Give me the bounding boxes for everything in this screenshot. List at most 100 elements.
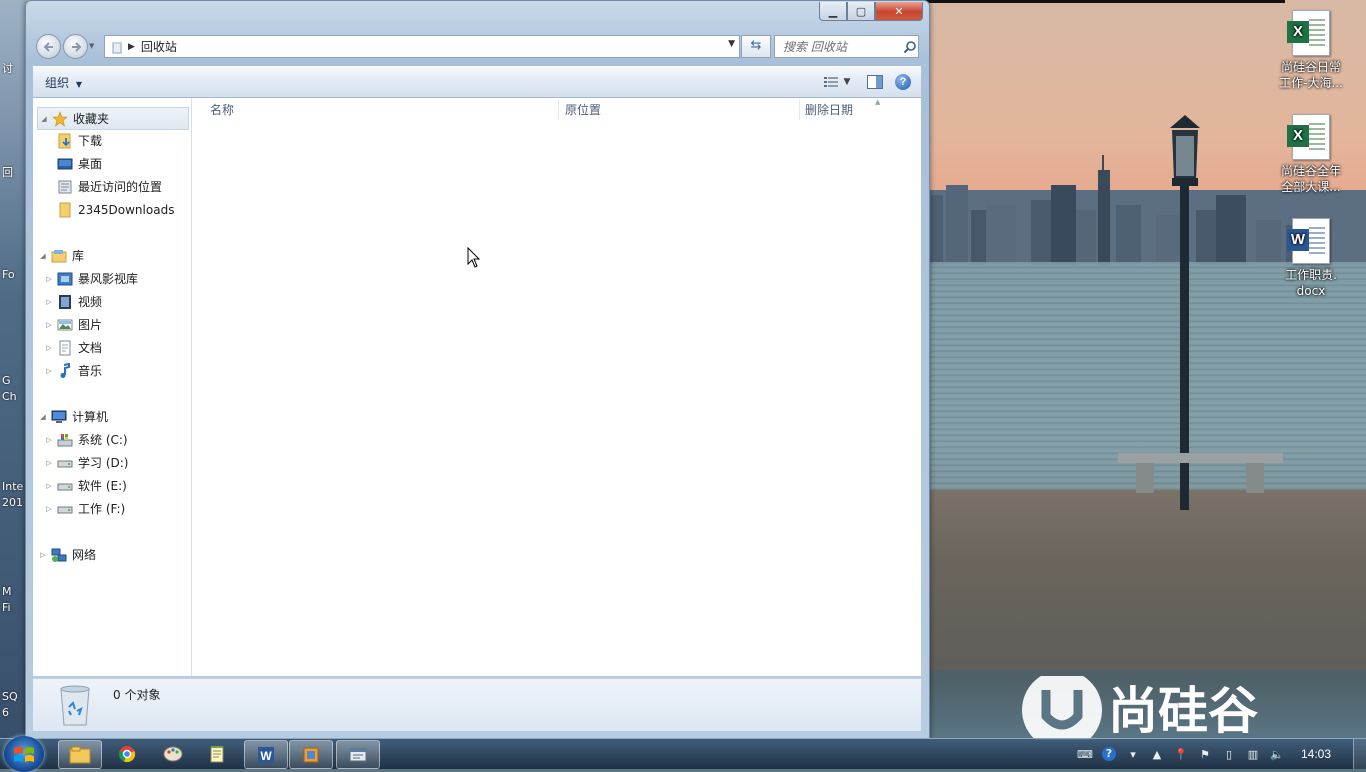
- excel-icon: X: [1287, 10, 1330, 56]
- taskbar-window-manager[interactable]: [336, 740, 380, 769]
- breadcrumb-current[interactable]: 回收站: [141, 38, 177, 55]
- nav-item-videos[interactable]: ▷ 视频: [46, 291, 102, 312]
- nav-item-drive-f[interactable]: ▷ 工作 (F:): [46, 498, 125, 519]
- expand-arrow-icon[interactable]: ▷: [43, 275, 55, 283]
- network-tray-icon[interactable]: ▥: [1243, 746, 1263, 762]
- taskbar-virtualbox[interactable]: [289, 740, 333, 769]
- search-icon[interactable]: [903, 40, 917, 54]
- maximize-button[interactable]: ▢: [847, 2, 875, 21]
- expand-arrow-icon[interactable]: ▷: [43, 321, 55, 329]
- desktop-icon-word-duties[interactable]: W 工作职责. docx: [1271, 218, 1351, 299]
- star-icon: [52, 110, 68, 127]
- explorer-icon: [69, 746, 91, 763]
- nav-item-2345downloads[interactable]: 2345Downloads: [55, 199, 174, 220]
- desktop-left-icons-partial: [0, 0, 26, 740]
- show-hidden-icons-icon[interactable]: ▲: [1147, 746, 1167, 762]
- expand-arrow-icon[interactable]: ▷: [43, 505, 55, 513]
- nav-item-recent-places[interactable]: 最近访问的位置: [55, 176, 162, 197]
- preview-pane-button[interactable]: [863, 72, 887, 92]
- expand-arrow-icon[interactable]: ▷: [43, 298, 55, 306]
- column-divider[interactable]: [799, 100, 800, 120]
- column-header-date-deleted[interactable]: 删除日期: [805, 98, 853, 122]
- nav-item-drive-e[interactable]: ▷ 软件 (E:): [46, 475, 127, 496]
- refresh-button[interactable]: ⇆: [741, 35, 771, 58]
- taskbar-paint[interactable]: [152, 740, 194, 767]
- nav-computer[interactable]: ◢ 计算机: [37, 406, 187, 427]
- desktop-icon-excel-yearly[interactable]: X 尚硅谷全年 全部大课...: [1271, 114, 1351, 195]
- column-header-original-location[interactable]: 原位置: [565, 98, 601, 122]
- drive-icon: [57, 506, 73, 513]
- forward-button[interactable]: [63, 34, 88, 59]
- address-history-chevron-icon[interactable]: ▼: [728, 39, 735, 49]
- nav-item-drive-d[interactable]: ▷ 学习 (D:): [46, 452, 129, 473]
- expand-arrow-icon[interactable]: ▷: [43, 459, 55, 467]
- minimize-icon: ▁: [828, 4, 838, 18]
- keyboard-icon[interactable]: ⌨: [1075, 746, 1095, 762]
- back-arrow-icon: [43, 41, 53, 52]
- nav-item-drive-c[interactable]: ▷ 系统 (C:): [46, 429, 127, 450]
- nav-item-documents[interactable]: ▷ 文档: [46, 337, 102, 358]
- start-button[interactable]: [4, 736, 44, 772]
- action-center-flag-icon[interactable]: ⚑: [1195, 746, 1215, 762]
- close-button[interactable]: ✕: [875, 2, 923, 21]
- desktop-icon: [57, 158, 73, 169]
- file-list-pane[interactable]: 名称 原位置 删除日期 ▲: [192, 98, 921, 676]
- nav-item-music[interactable]: ▷ 音乐: [46, 360, 103, 381]
- taskbar-explorer[interactable]: [58, 740, 102, 769]
- taskbar-chrome[interactable]: [106, 740, 148, 767]
- address-bar[interactable]: ▶ 回收站 ▼: [104, 35, 740, 58]
- folder-icon: [59, 202, 71, 217]
- nav-item-downloads[interactable]: 下载: [55, 130, 102, 151]
- nav-item-pictures[interactable]: ▷ 图片: [46, 314, 102, 335]
- desktop-icon-excel-daily[interactable]: X 尚硅谷日常 工作-大海...: [1271, 10, 1351, 91]
- view-controls: ▼ ?: [817, 72, 913, 92]
- safely-remove-icon[interactable]: ▯: [1219, 746, 1239, 762]
- pin-icon[interactable]: 📍: [1171, 746, 1191, 762]
- expand-arrow-icon[interactable]: ▷: [37, 551, 49, 559]
- paint-icon: [163, 746, 183, 761]
- breadcrumb-separator-icon[interactable]: ▶: [128, 42, 135, 52]
- clock[interactable]: 14:03: [1301, 747, 1331, 761]
- drive-icon: [57, 460, 73, 467]
- nav-network[interactable]: ▷ 网络: [37, 544, 187, 565]
- forward-arrow-icon: [71, 41, 81, 52]
- taskbar-notepad[interactable]: [196, 740, 238, 767]
- expand-arrow-icon[interactable]: ▷: [43, 482, 55, 490]
- column-divider[interactable]: [558, 100, 559, 120]
- nav-item-label: 学习 (D:): [78, 456, 129, 470]
- back-button[interactable]: [36, 34, 61, 59]
- help-button[interactable]: ?: [893, 72, 913, 92]
- taskbar-word[interactable]: W: [244, 740, 288, 769]
- expand-arrow-icon[interactable]: ▷: [43, 436, 55, 444]
- expand-arrow-icon[interactable]: ▷: [43, 344, 55, 352]
- brand-logo: 尚硅谷: [1022, 676, 1258, 740]
- column-header-name[interactable]: 名称: [210, 98, 234, 122]
- nav-item-label: 音乐: [78, 364, 103, 378]
- search-box[interactable]: [774, 35, 919, 58]
- organize-menu-button[interactable]: 组织 ▼: [45, 74, 82, 91]
- nav-item-desktop[interactable]: 桌面: [55, 153, 102, 174]
- help-tray-icon[interactable]: ?: [1099, 746, 1119, 762]
- nav-item-baofeng-library[interactable]: ▷ 暴风影视库: [46, 268, 138, 289]
- tray-overflow-icon[interactable]: ▾: [1123, 746, 1143, 762]
- expand-arrow-icon[interactable]: ▷: [43, 367, 55, 375]
- collapse-arrow-icon[interactable]: ◢: [37, 413, 49, 421]
- navigation-pane: ◢ 收藏夹 下载 桌面 最近访问的位置 2345Downloads ◢ 库 ▷: [33, 98, 192, 676]
- refresh-icon: ⇆: [750, 38, 762, 53]
- desktop-icon-label: 尚硅谷全年: [1280, 164, 1341, 178]
- show-desktop-button[interactable]: [1353, 739, 1366, 769]
- volume-icon[interactable]: 🔈: [1267, 746, 1287, 762]
- nav-libraries[interactable]: ◢ 库: [37, 245, 187, 266]
- recent-pages-chevron-icon[interactable]: ▼: [89, 42, 94, 50]
- nav-favorites[interactable]: ◢ 收藏夹: [37, 107, 189, 130]
- search-input[interactable]: [775, 38, 903, 55]
- collapse-arrow-icon[interactable]: ◢: [38, 115, 50, 123]
- explorer-window[interactable]: ▁ ▢ ✕ ▼ ▶ 回收站 ▼ ⇆ 组织 ▼: [25, 0, 930, 739]
- collapse-arrow-icon[interactable]: ◢: [37, 252, 49, 260]
- computer-icon: [51, 410, 67, 423]
- change-view-button[interactable]: ▼: [817, 72, 857, 92]
- windows-logo-icon: [14, 747, 34, 762]
- minimize-button[interactable]: ▁: [819, 2, 847, 21]
- window-manager-icon: [349, 748, 367, 761]
- word-icon: W: [1287, 218, 1330, 264]
